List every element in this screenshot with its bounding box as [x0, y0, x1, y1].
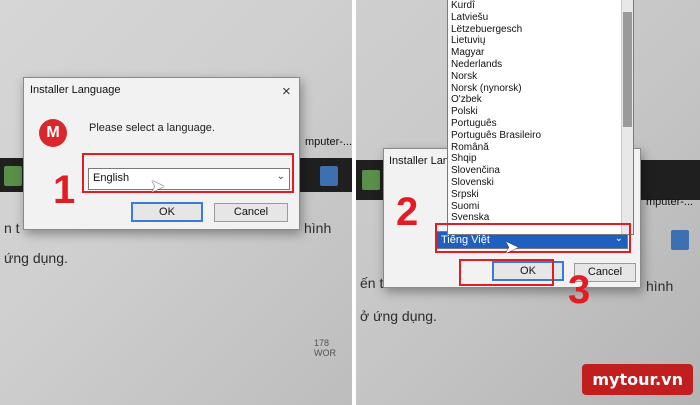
language-option[interactable]: Slovenski [448, 177, 633, 189]
scrollbar[interactable] [621, 0, 633, 234]
mouse-cursor-icon: ➤ [504, 237, 520, 257]
mouse-cursor-icon: ➤ [150, 176, 166, 196]
language-options: Kurdî Latviešu Lëtzebuergesch Lietuvių Magya… [448, 0, 633, 224]
language-option[interactable]: Suomi [448, 201, 633, 213]
cancel-button[interactable]: Cancel [214, 203, 288, 222]
language-option[interactable]: Română [448, 142, 633, 154]
language-option[interactable]: Norsk (nynorsk) [448, 83, 633, 95]
ok-button[interactable]: OK [131, 202, 203, 222]
taskbar-text: mputer-... [646, 196, 694, 208]
doc-text: ở ứng dụng. [360, 308, 437, 324]
language-option[interactable]: Shqip [448, 153, 633, 165]
language-option[interactable]: Português Brasileiro [448, 130, 633, 142]
language-option[interactable]: Lietuvių [448, 35, 633, 47]
doc-text: ứng dụng. [4, 250, 68, 266]
doc-text: hình [304, 220, 332, 236]
mega-logo-icon: M [39, 119, 67, 147]
language-option[interactable]: Polski [448, 106, 633, 118]
right-panel: mputer-... ến t hình ở ứng dụng. Install… [356, 0, 700, 405]
step-number: 1 [53, 168, 76, 212]
app-icon[interactable] [671, 230, 689, 250]
language-option[interactable]: Norsk [448, 71, 633, 83]
dialog-title: Installer Language [30, 84, 121, 96]
left-panel: mputer-... n t hình ứng dụng. 178 WOR In… [0, 0, 352, 405]
language-option[interactable]: Kurdî [448, 0, 633, 12]
language-option[interactable]: Magyar [448, 47, 633, 59]
language-option[interactable]: Srpski [448, 189, 633, 201]
doc-text: ến t [360, 275, 384, 291]
brand-logo: mytour.vn [582, 364, 693, 395]
highlight-box [459, 259, 554, 286]
scrollbar-thumb[interactable] [623, 12, 632, 127]
doc-text: hình [646, 278, 674, 294]
app-icon[interactable] [4, 166, 22, 186]
highlight-box [82, 153, 294, 193]
step-number: 2 [396, 190, 419, 234]
app-icon[interactable] [362, 170, 380, 190]
language-option[interactable]: Português [448, 118, 633, 130]
close-icon[interactable]: × [282, 84, 291, 99]
language-dropdown-list[interactable]: Kurdî Latviešu Lëtzebuergesch Lietuvių Magya… [447, 0, 634, 235]
language-option[interactable]: Latviešu [448, 12, 633, 24]
dialog-message: Please select a language. [89, 122, 215, 134]
app-icon[interactable] [320, 166, 338, 186]
language-option[interactable]: Slovenčina [448, 165, 633, 177]
language-option[interactable]: Lëtzebuergesch [448, 24, 633, 36]
highlight-box [435, 223, 631, 253]
language-option[interactable]: Nederlands [448, 59, 633, 71]
doc-text: n t [4, 220, 20, 236]
step-number: 3 [568, 268, 591, 312]
word-count: 178 WOR [314, 338, 336, 358]
language-option[interactable]: O'zbek [448, 94, 633, 106]
taskbar-text: mputer-... [305, 136, 352, 148]
